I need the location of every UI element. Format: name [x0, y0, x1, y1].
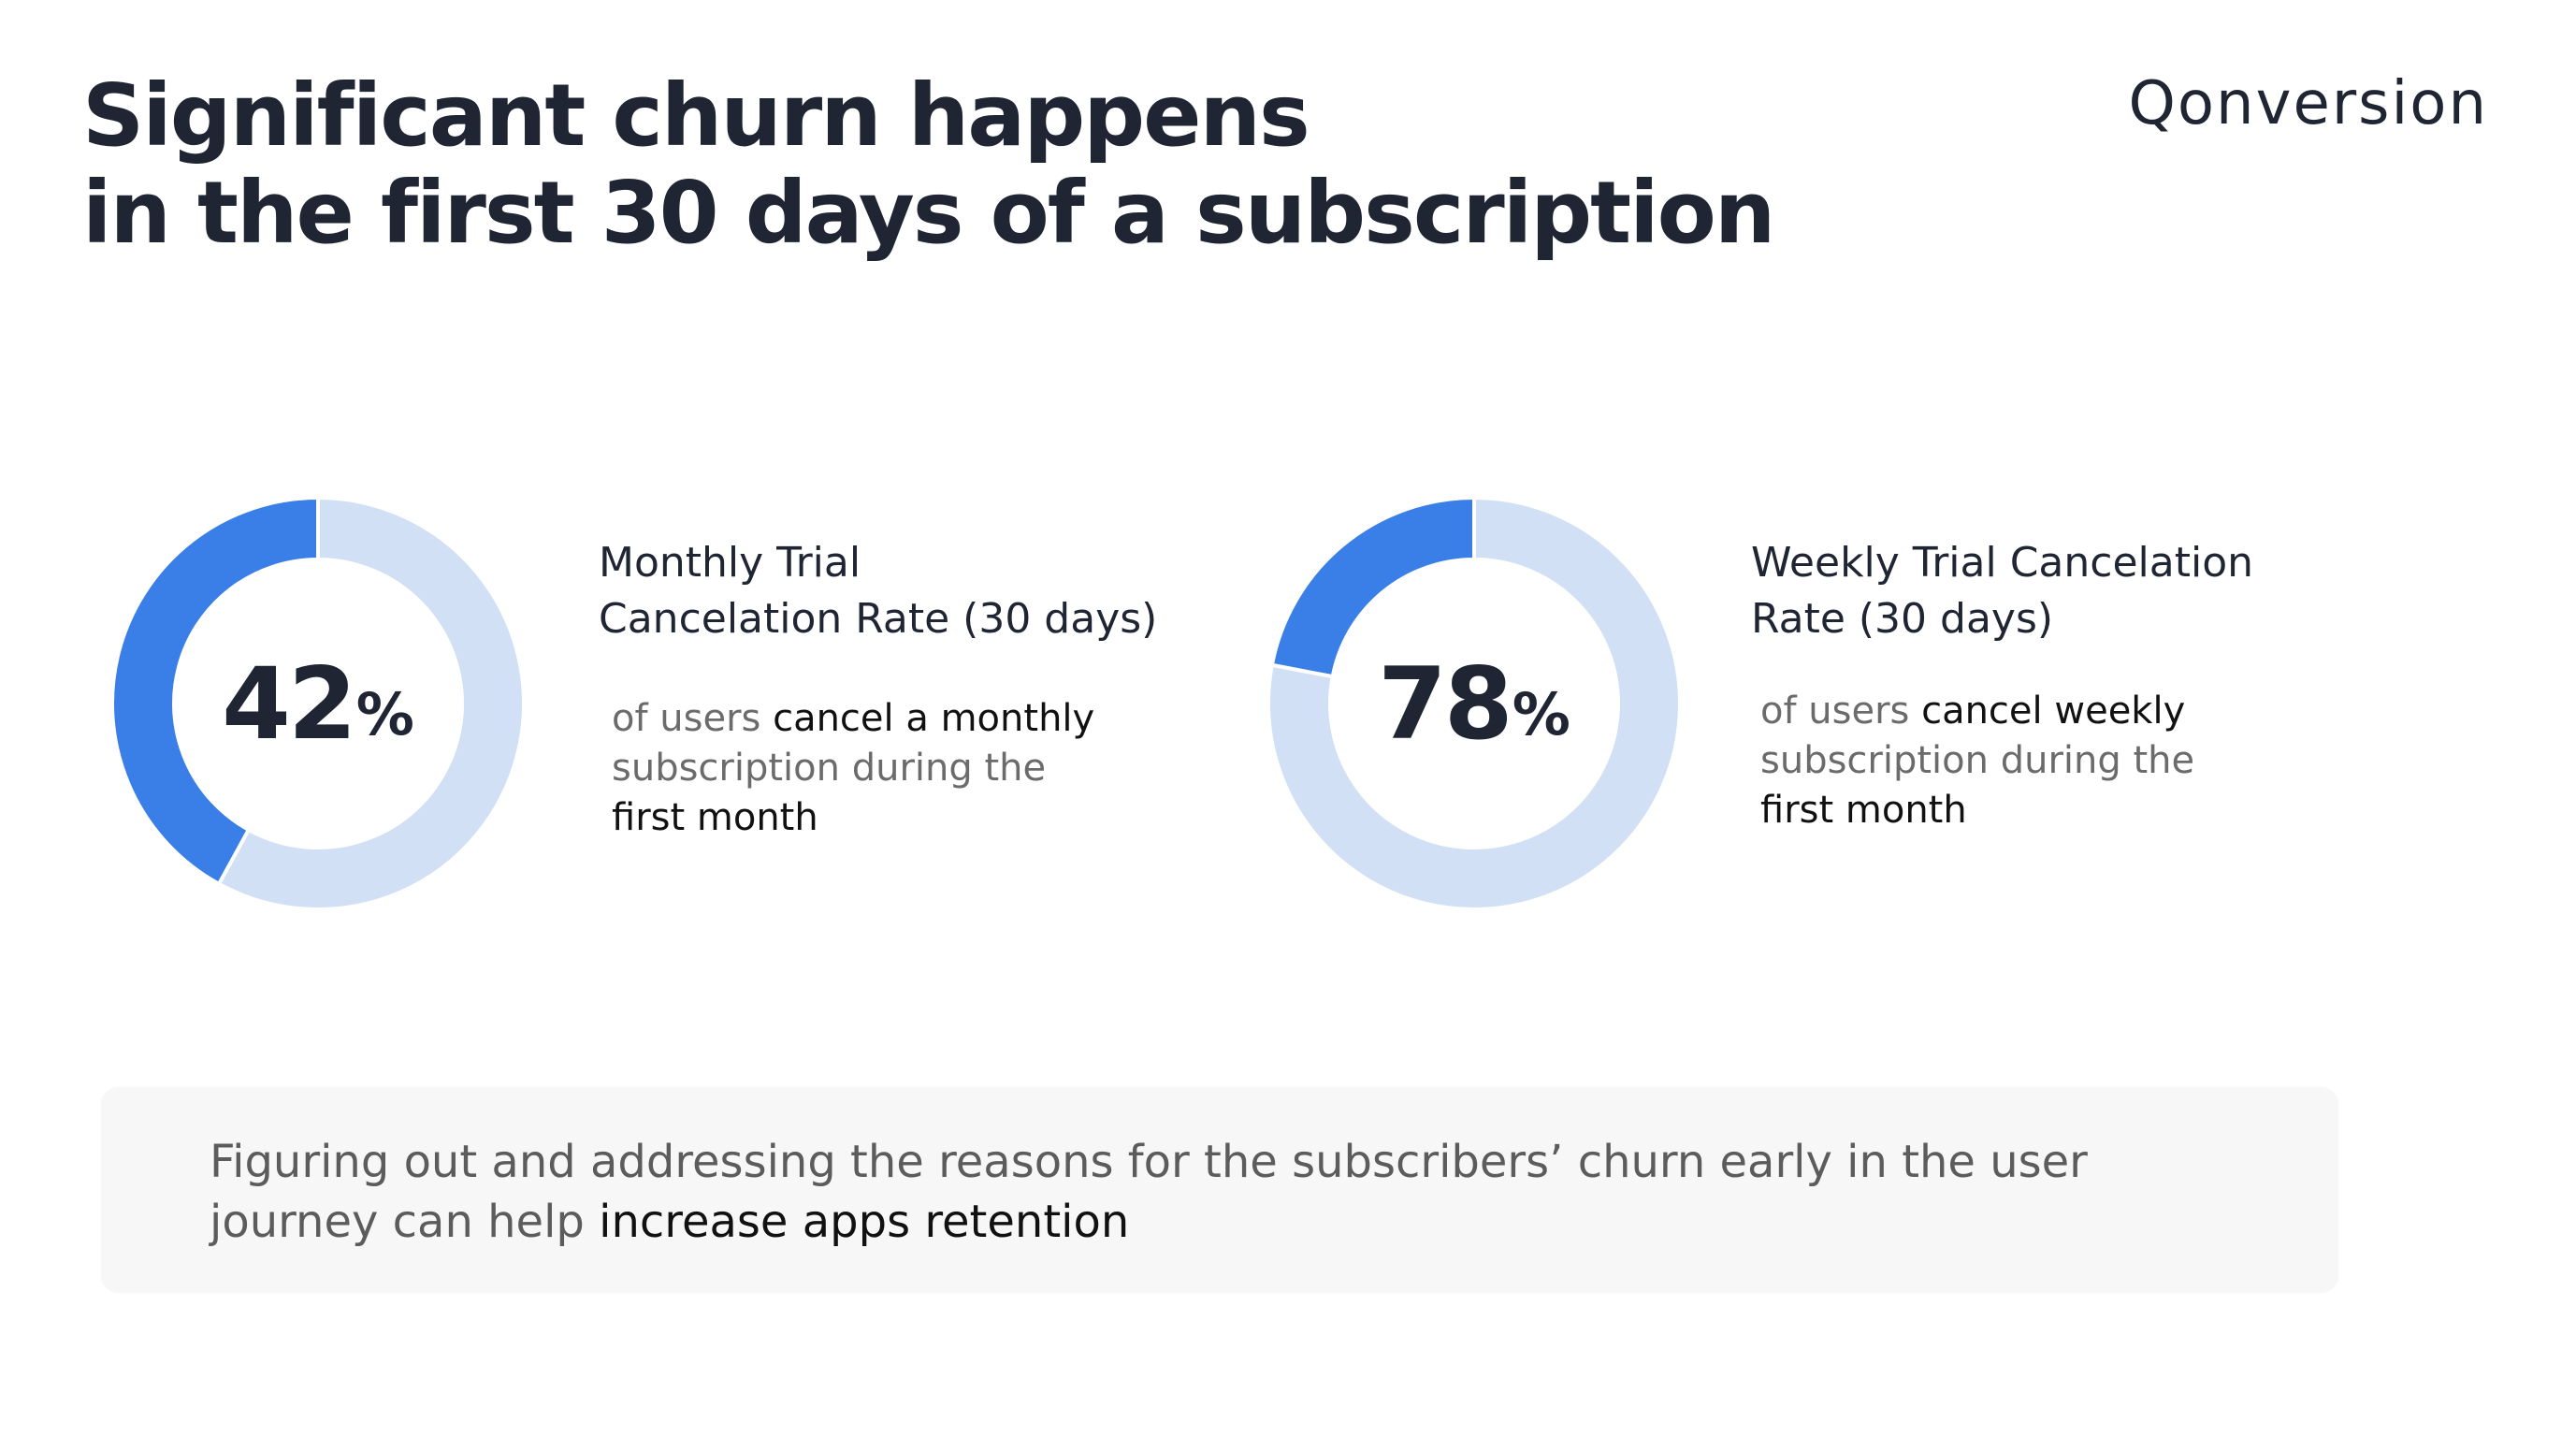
weekly-trial-desc-line-3: first month — [1760, 789, 1967, 832]
retention-callout-box: Figuring out and addressing the reasons … — [101, 1087, 2338, 1293]
retention-callout-muted: journey can help — [210, 1196, 600, 1248]
retention-callout-line-1: Figuring out and addressing the reasons … — [210, 1136, 2088, 1188]
retention-callout-text: Figuring out and addressing the reasons … — [210, 1132, 2088, 1252]
page-title-line-1: Significant churn happens — [82, 65, 1310, 166]
monthly-trial-value-unit: % — [355, 679, 414, 748]
monthly-trial-desc-line-2: subscription during the — [612, 747, 1047, 790]
retention-callout-line-2: journey can help increase apps retention — [210, 1192, 2088, 1252]
retention-callout-highlight: increase apps retention — [599, 1196, 1130, 1248]
weekly-trial-title-line-1: Weekly Trial Cancelation — [1751, 539, 2254, 587]
weekly-trial-value-unit: % — [1512, 679, 1570, 748]
monthly-trial-desc-muted-1: of users — [612, 697, 774, 740]
weekly-trial-donut-chart: 78% — [1268, 498, 1680, 909]
monthly-trial-title-line-1: Monthly Trial — [599, 539, 861, 587]
monthly-trial-desc-line-3: first month — [612, 796, 818, 839]
weekly-trial-desc-line-1: of users cancel weekly — [1760, 687, 2194, 736]
weekly-trial-description: of users cancel weekly subscription duri… — [1760, 687, 2194, 835]
page-title-line-2: in the first 30 days of a subscription — [82, 163, 1775, 263]
monthly-trial-desc-highlight-1: cancel a monthly — [773, 697, 1095, 740]
monthly-trial-donut-chart: 42% — [112, 498, 524, 909]
weekly-trial-desc-line-2: subscription during the — [1760, 739, 2195, 782]
monthly-trial-desc-line-1: of users cancel a monthly — [612, 694, 1094, 744]
weekly-trial-desc-muted-1: of users — [1760, 689, 1922, 733]
weekly-trial-desc-highlight-1: cancel weekly — [1921, 689, 2186, 733]
monthly-trial-value: 42% — [112, 498, 524, 909]
qonversion-logo: Qonversion — [2128, 69, 2488, 138]
monthly-trial-title-line-2: Cancelation Rate (30 days) — [599, 595, 1158, 643]
monthly-trial-value-number: 42 — [222, 646, 357, 762]
monthly-trial-title: Monthly Trial Cancelation Rate (30 days) — [599, 535, 1157, 647]
monthly-trial-description: of users cancel a monthly subscription d… — [612, 694, 1094, 843]
weekly-trial-title-line-2: Rate (30 days) — [1751, 595, 2054, 643]
page-title: Significant churn happens in the first 3… — [82, 65, 1775, 263]
weekly-trial-value-number: 78 — [1378, 646, 1513, 762]
weekly-trial-value: 78% — [1268, 498, 1680, 909]
weekly-trial-title: Weekly Trial Cancelation Rate (30 days) — [1751, 535, 2253, 647]
